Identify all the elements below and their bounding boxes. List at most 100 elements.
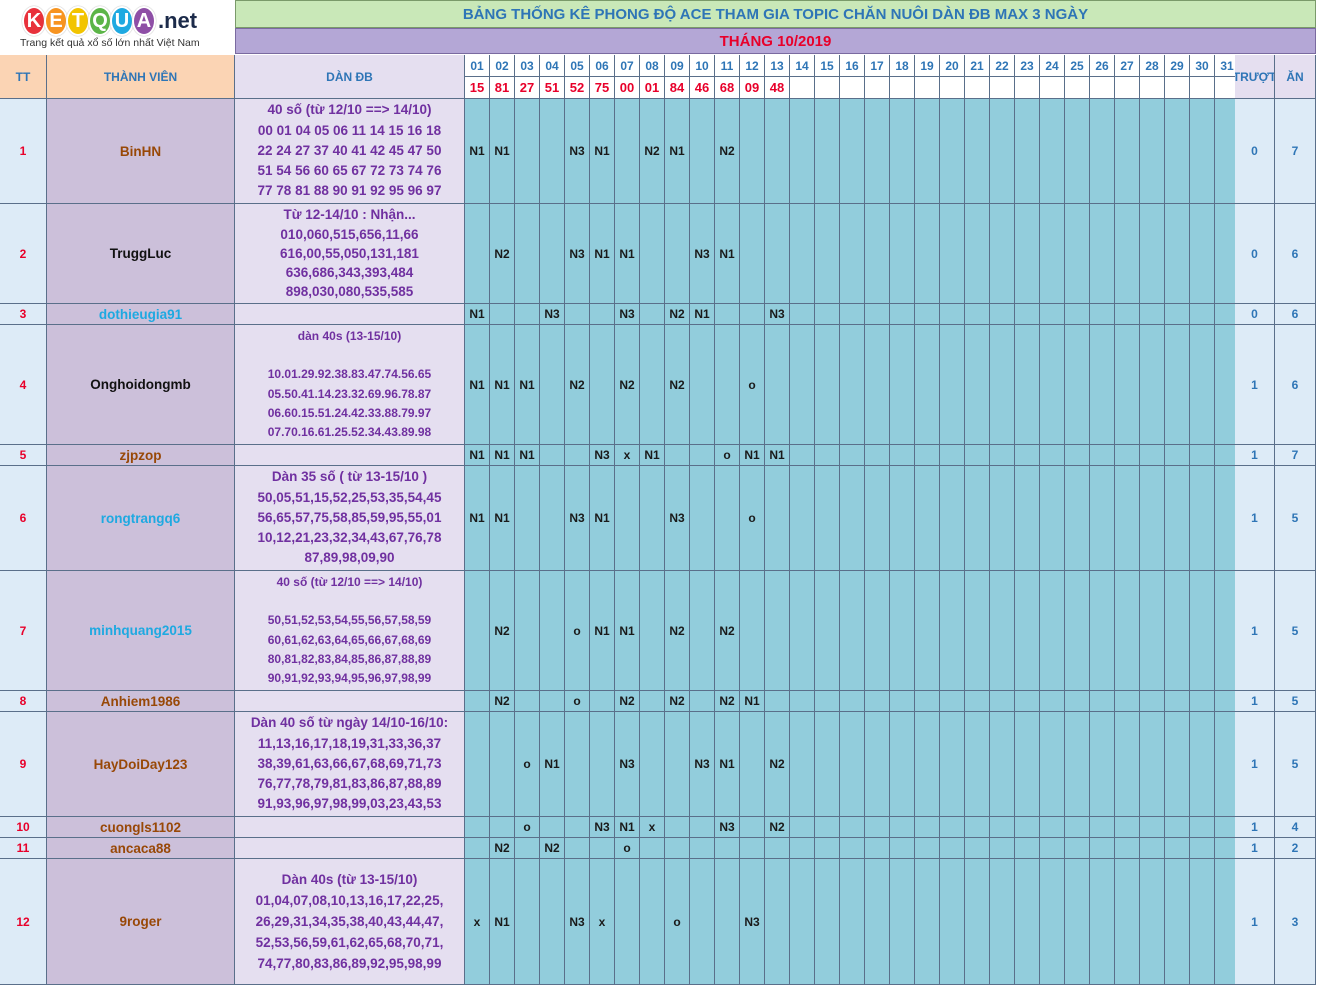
member-name[interactable]: BinHN xyxy=(47,99,235,204)
dan-line: 636,686,343,393,484 xyxy=(285,265,414,281)
day-mark-cell: N3 xyxy=(565,466,590,571)
day-mark-cell: o xyxy=(740,325,765,445)
day-mark-cell xyxy=(565,445,590,466)
day-mark-cell xyxy=(790,466,815,571)
day-mark-cell xyxy=(965,859,990,985)
day-mark-cell xyxy=(990,691,1015,712)
day-number: 29 xyxy=(1165,55,1190,77)
dan-line: 40 số (từ 12/10 ==> 14/10) xyxy=(276,574,423,589)
day-mark-cell xyxy=(640,466,665,571)
member-dan: dàn 40s (13-15/10) 10.01.29.92.38.83.47.… xyxy=(235,325,465,445)
day-mark-cell xyxy=(1065,712,1090,817)
day-mark-cell: N1 xyxy=(465,304,490,325)
day-result: 75 xyxy=(590,77,615,99)
day-mark-cell xyxy=(665,817,690,838)
day-mark-cell: N1 xyxy=(465,99,490,204)
day-mark-cell xyxy=(1065,325,1090,445)
day-mark-cell xyxy=(790,712,815,817)
day-mark-cell xyxy=(865,838,890,859)
day-mark-cell xyxy=(1190,325,1215,445)
day-mark-cell xyxy=(890,204,915,304)
day-result: 00 xyxy=(615,77,640,99)
day-mark-cell: N1 xyxy=(490,445,515,466)
day-mark-cell: x xyxy=(465,859,490,985)
day-mark-cell: N1 xyxy=(590,99,615,204)
day-mark-cell: N2 xyxy=(665,571,690,691)
member-name[interactable]: 9roger xyxy=(47,859,235,985)
day-mark-cell xyxy=(815,99,840,204)
day-mark-cell xyxy=(515,859,540,985)
day-mark-cell xyxy=(865,712,890,817)
dan-line xyxy=(348,592,351,611)
member-name[interactable]: minhquang2015 xyxy=(47,571,235,691)
day-mark-cell xyxy=(1065,304,1090,325)
dan-line: 52,53,56,59,61,62,65,68,70,71, xyxy=(255,935,444,950)
day-mark-cell xyxy=(1090,99,1115,204)
day-mark-cell xyxy=(1090,838,1115,859)
day-number: 23 xyxy=(1015,55,1040,77)
day-mark-cell: o xyxy=(565,691,590,712)
day-mark-cell xyxy=(940,859,965,985)
day-mark-cell xyxy=(1015,99,1040,204)
dan-line: 010,060,515,656,11,66 xyxy=(280,226,419,242)
day-mark-cell xyxy=(1115,99,1140,204)
member-name[interactable]: rongtrangq6 xyxy=(47,466,235,571)
day-mark-cell: N1 xyxy=(640,445,665,466)
day-mark-cell xyxy=(715,304,740,325)
member-name[interactable]: cuongls1102 xyxy=(47,817,235,838)
dan-line: 11,13,16,17,18,19,31,33,36,37 xyxy=(257,735,442,751)
logo-letter: U xyxy=(110,6,134,36)
day-mark-cell xyxy=(640,304,665,325)
member-name[interactable]: ancaca88 xyxy=(47,838,235,859)
day-mark-cell xyxy=(1015,304,1040,325)
day-mark-cell: N2 xyxy=(640,99,665,204)
member-name[interactable]: HayDoiDay123 xyxy=(47,712,235,817)
day-mark-cell xyxy=(1015,817,1040,838)
member-name[interactable]: TruggLuc xyxy=(47,204,235,304)
day-mark-cell: N2 xyxy=(615,325,640,445)
logo-wordmark: K E T Q U A .net xyxy=(22,6,197,36)
day-mark-cell xyxy=(540,859,565,985)
day-mark-cell xyxy=(640,571,665,691)
day-mark-cell xyxy=(590,304,615,325)
day-result: 51 xyxy=(540,77,565,99)
day-result xyxy=(1190,77,1215,99)
member-dan xyxy=(235,691,465,712)
day-mark-cell xyxy=(865,204,890,304)
day-mark-cell: o xyxy=(565,571,590,691)
day-mark-cell xyxy=(1115,466,1140,571)
day-mark-cell: N1 xyxy=(515,325,540,445)
day-mark-cell xyxy=(1090,445,1115,466)
day-mark-cell xyxy=(990,838,1015,859)
day-mark-cell xyxy=(1165,204,1190,304)
truot-count: 1 xyxy=(1235,712,1275,817)
day-mark-cell xyxy=(990,304,1015,325)
member-name[interactable]: Anhiem1986 xyxy=(47,691,235,712)
day-mark-cell xyxy=(815,204,840,304)
day-mark-cell xyxy=(740,304,765,325)
day-mark-cell xyxy=(1165,571,1190,691)
day-mark-cell xyxy=(1165,817,1190,838)
day-mark-cell xyxy=(1140,712,1165,817)
dan-line: 74,77,80,83,86,89,92,95,98,99 xyxy=(257,956,442,971)
day-mark-cell: N1 xyxy=(690,304,715,325)
member-name[interactable]: dothieugia91 xyxy=(47,304,235,325)
day-mark-cell xyxy=(890,445,915,466)
row-number: 10 xyxy=(0,817,47,838)
day-result: 01 xyxy=(640,77,665,99)
member-name[interactable]: zjpzop xyxy=(47,445,235,466)
day-mark-cell xyxy=(1140,466,1165,571)
day-mark-cell xyxy=(1115,204,1140,304)
day-mark-cell: N1 xyxy=(590,204,615,304)
day-mark-cell xyxy=(515,304,540,325)
dan-line: 898,030,080,535,585 xyxy=(285,284,414,300)
day-mark-cell xyxy=(490,304,515,325)
member-name[interactable]: Onghoidongmb xyxy=(47,325,235,445)
day-result xyxy=(1140,77,1165,99)
day-mark-cell: N3 xyxy=(615,712,640,817)
day-mark-cell xyxy=(915,712,940,817)
day-result xyxy=(790,77,815,99)
day-mark-cell xyxy=(1090,571,1115,691)
day-mark-cell xyxy=(965,817,990,838)
dan-line: 26,29,31,34,35,38,40,43,44,47, xyxy=(255,914,444,929)
